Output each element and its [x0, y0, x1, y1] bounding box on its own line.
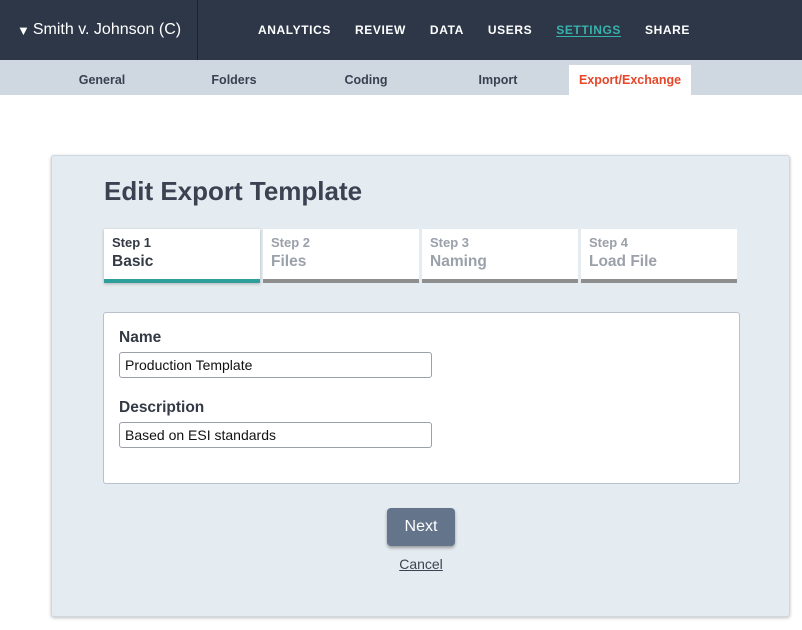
- description-input[interactable]: [119, 422, 432, 448]
- page-title: Edit Export Template: [104, 176, 363, 206]
- name-input[interactable]: [119, 352, 432, 378]
- step-name: Load File: [589, 253, 658, 270]
- settings-subnav: General Folders Coding Import Export/Exc…: [0, 60, 802, 95]
- case-selector[interactable]: ▼ Smith v. Johnson (C): [0, 0, 198, 60]
- nav-analytics[interactable]: ANALYTICS: [258, 23, 331, 37]
- nav-review[interactable]: REVIEW: [355, 23, 406, 37]
- step-number: Step 2: [271, 235, 311, 250]
- basic-form: Name Description: [103, 312, 740, 484]
- top-bar: ▼ Smith v. Johnson (C) ANALYTICS REVIEW …: [0, 0, 802, 60]
- nav-users[interactable]: USERS: [488, 23, 532, 37]
- nav-settings[interactable]: SETTINGS: [556, 23, 621, 37]
- nav-share[interactable]: SHARE: [645, 23, 690, 37]
- next-button[interactable]: Next: [387, 508, 455, 546]
- main-nav: ANALYTICS REVIEW DATA USERS SETTINGS SHA…: [258, 0, 714, 60]
- description-label: Description: [119, 399, 205, 416]
- step-naming[interactable]: Step 3 Naming: [422, 229, 578, 283]
- caret-down-icon: ▼: [17, 22, 30, 38]
- tab-import[interactable]: Import: [437, 65, 559, 95]
- tab-general[interactable]: General: [41, 65, 163, 95]
- step-number: Step 4: [589, 235, 629, 250]
- step-name: Files: [271, 253, 307, 270]
- edit-export-template-panel: Edit Export Template Step 1 Basic Step 2…: [51, 155, 790, 617]
- step-name: Basic: [112, 253, 154, 270]
- cancel-link[interactable]: Cancel: [387, 556, 455, 572]
- step-name: Naming: [430, 253, 487, 270]
- step-load-file[interactable]: Step 4 Load File: [581, 229, 737, 283]
- step-number: Step 1: [112, 235, 152, 250]
- tab-folders[interactable]: Folders: [173, 65, 295, 95]
- tab-coding[interactable]: Coding: [305, 65, 427, 95]
- wizard-steps: Step 1 Basic Step 2 Files Step 3 Naming …: [104, 229, 738, 283]
- case-name: Smith v. Johnson (C): [32, 21, 182, 38]
- step-basic[interactable]: Step 1 Basic: [104, 229, 260, 283]
- step-files[interactable]: Step 2 Files: [263, 229, 419, 283]
- nav-data[interactable]: DATA: [430, 23, 464, 37]
- step-number: Step 3: [430, 235, 470, 250]
- name-label: Name: [119, 329, 162, 346]
- tab-export-exchange[interactable]: Export/Exchange: [569, 65, 691, 95]
